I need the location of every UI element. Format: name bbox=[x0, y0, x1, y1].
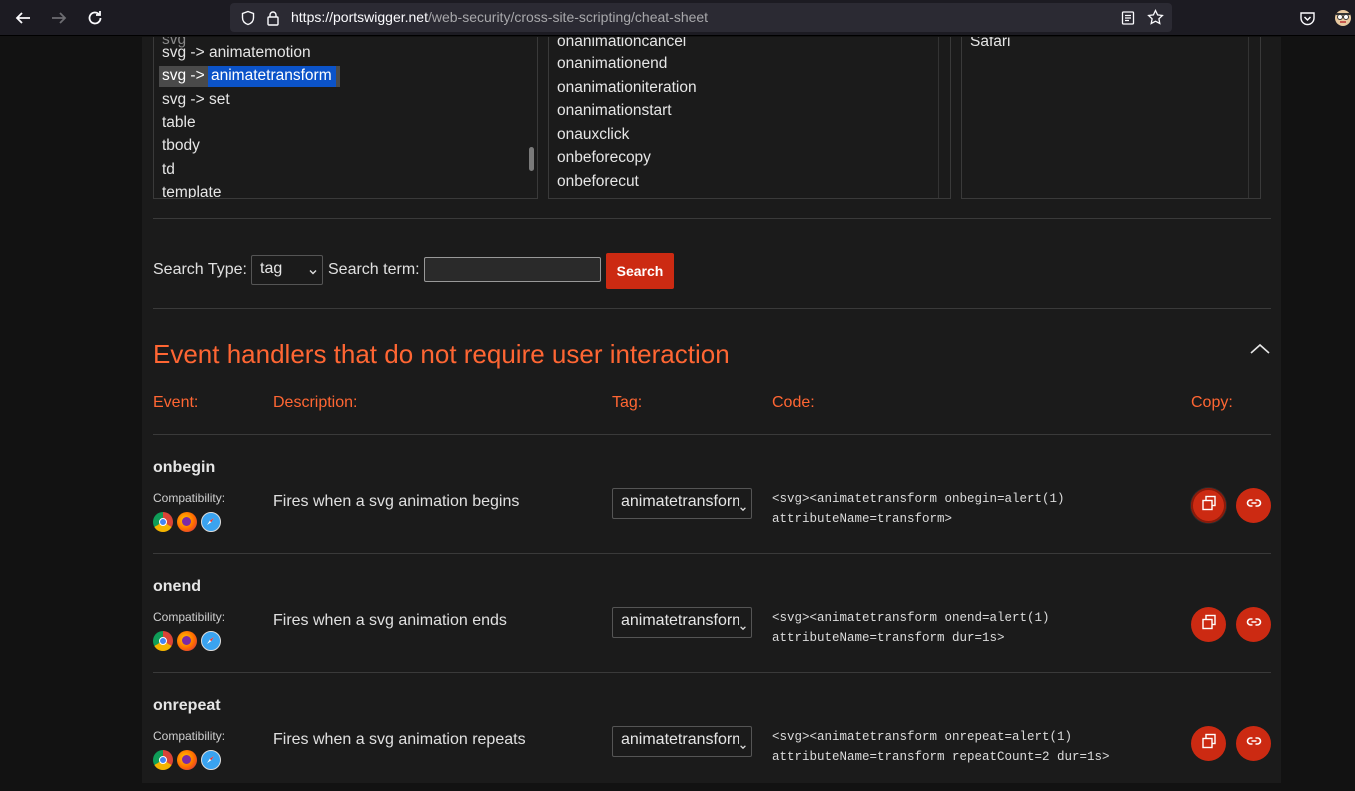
list-item[interactable]: onanimationiteration bbox=[557, 79, 697, 97]
safari-icon bbox=[201, 631, 221, 651]
safari-icon bbox=[201, 512, 221, 532]
event-description: Fires when a svg animation repeats bbox=[273, 731, 526, 748]
firefox-icon bbox=[177, 750, 197, 770]
list-item[interactable]: onauxclick bbox=[557, 126, 629, 144]
copy-button[interactable] bbox=[1191, 726, 1226, 761]
chrome-icon bbox=[153, 631, 173, 651]
forward-icon[interactable] bbox=[48, 7, 70, 29]
safari-icon bbox=[201, 750, 221, 770]
selected-prefix: svg -> bbox=[162, 67, 205, 84]
shield-icon[interactable] bbox=[239, 9, 256, 26]
scrollbar[interactable] bbox=[529, 147, 534, 171]
browser-listbox[interactable]: Safari bbox=[961, 37, 1261, 199]
divider bbox=[153, 308, 1271, 309]
selected-list-item[interactable]: svg -> animatetransform bbox=[159, 66, 340, 87]
chrome-icon bbox=[153, 750, 173, 770]
column-header-description: Description: bbox=[273, 394, 358, 411]
browser-toolbar: https://portswigger.net/web-security/cro… bbox=[0, 0, 1355, 36]
tag-select[interactable]: animatetransform bbox=[612, 488, 752, 519]
search-term-input[interactable] bbox=[424, 257, 601, 282]
event-name: onrepeat bbox=[153, 697, 221, 714]
search-button[interactable]: Search bbox=[606, 253, 674, 289]
chevron-down-icon bbox=[308, 264, 318, 282]
list-item[interactable]: onbeforecut bbox=[557, 173, 639, 191]
list-item[interactable]: onanimationstart bbox=[557, 102, 672, 120]
search-term-label: Search term: bbox=[328, 261, 420, 278]
firefox-icon bbox=[177, 631, 197, 651]
reader-icon[interactable] bbox=[1119, 9, 1136, 26]
list-item[interactable]: svg -> set bbox=[162, 91, 230, 109]
list-item[interactable]: Safari bbox=[970, 37, 1011, 51]
code-snippet[interactable]: <svg><animatetransform onrepeat=alert(1)… bbox=[772, 727, 1110, 767]
link-icon bbox=[1246, 733, 1262, 754]
back-icon[interactable] bbox=[12, 7, 34, 29]
compatibility-label: Compatibility: bbox=[153, 610, 226, 624]
chevron-up-icon[interactable] bbox=[1249, 342, 1271, 356]
column-header-code: Code: bbox=[772, 394, 815, 411]
divider bbox=[153, 218, 1271, 219]
firefox-icon bbox=[177, 512, 197, 532]
list-item[interactable]: onanimationcancel bbox=[557, 37, 686, 51]
compatibility-label: Compatibility: bbox=[153, 491, 226, 505]
code-snippet[interactable]: <svg><animatetransform onend=alert(1) at… bbox=[772, 608, 1050, 648]
event-name: onend bbox=[153, 578, 201, 595]
copy-icon bbox=[1201, 495, 1217, 516]
event-listbox[interactable]: onanimationcancel onanimationend onanima… bbox=[548, 37, 951, 199]
copy-icon bbox=[1201, 614, 1217, 635]
copy-link-button[interactable] bbox=[1236, 488, 1271, 523]
tag-listbox[interactable]: svg svg -> animatemotion svg -> animatet… bbox=[153, 37, 538, 199]
copy-button[interactable] bbox=[1191, 607, 1226, 642]
reload-icon[interactable] bbox=[84, 7, 106, 29]
list-item[interactable]: onbeforecopy bbox=[557, 149, 651, 167]
lock-icon[interactable] bbox=[264, 9, 281, 26]
event-description: Fires when a svg animation begins bbox=[273, 493, 520, 510]
code-snippet[interactable]: <svg><animatetransform onbegin=alert(1) … bbox=[772, 489, 1065, 529]
chevron-down-icon bbox=[739, 619, 747, 637]
list-item[interactable]: tbody bbox=[162, 137, 200, 155]
scrollbar-track[interactable] bbox=[1248, 37, 1260, 198]
chevron-down-icon bbox=[739, 738, 747, 756]
tag-select[interactable]: animatetransform bbox=[612, 726, 752, 757]
copy-link-button[interactable] bbox=[1236, 607, 1271, 642]
search-type-label: Search Type: bbox=[153, 261, 247, 278]
column-header-event: Event: bbox=[153, 394, 199, 411]
list-item[interactable]: td bbox=[162, 161, 175, 179]
list-item[interactable]: template bbox=[162, 184, 221, 198]
compatibility-label: Compatibility: bbox=[153, 729, 226, 743]
chrome-icon bbox=[153, 512, 173, 532]
table-row: onend Compatibility: Fires when a svg an… bbox=[153, 553, 1271, 672]
chevron-down-icon bbox=[739, 500, 747, 518]
url-text: https://portswigger.net/web-security/cro… bbox=[291, 9, 709, 25]
list-item[interactable]: table bbox=[162, 114, 196, 132]
copy-link-button[interactable] bbox=[1236, 726, 1271, 761]
column-header-tag: Tag: bbox=[612, 394, 643, 411]
event-name: onbegin bbox=[153, 459, 216, 476]
copy-icon bbox=[1201, 733, 1217, 754]
extension-icon[interactable] bbox=[1332, 7, 1354, 29]
link-icon bbox=[1246, 614, 1262, 635]
bookmark-star-icon[interactable] bbox=[1147, 9, 1164, 26]
list-item[interactable]: svg -> animatemotion bbox=[162, 44, 311, 62]
event-description: Fires when a svg animation ends bbox=[273, 612, 507, 629]
table-row: onbegin Compatibility: Fires when a svg … bbox=[153, 434, 1271, 553]
search-type-select[interactable]: tag bbox=[251, 255, 323, 285]
scrollbar-track[interactable] bbox=[938, 37, 950, 198]
list-item[interactable]: onanimationend bbox=[557, 55, 667, 73]
cheat-sheet-page: svg svg -> animatemotion svg -> animatet… bbox=[142, 37, 1281, 783]
link-icon bbox=[1246, 495, 1262, 516]
section-title: Event handlers that do not require user … bbox=[153, 339, 730, 369]
copy-button[interactable] bbox=[1191, 488, 1226, 523]
selected-tag: animatetransform bbox=[211, 67, 332, 84]
url-bar[interactable]: https://portswigger.net/web-security/cro… bbox=[230, 3, 1172, 32]
pocket-icon[interactable] bbox=[1296, 7, 1318, 29]
column-header-copy: Copy: bbox=[1191, 394, 1233, 411]
table-row: onrepeat Compatibility: Fires when a svg… bbox=[153, 672, 1271, 791]
tag-select[interactable]: animatetransform bbox=[612, 607, 752, 638]
